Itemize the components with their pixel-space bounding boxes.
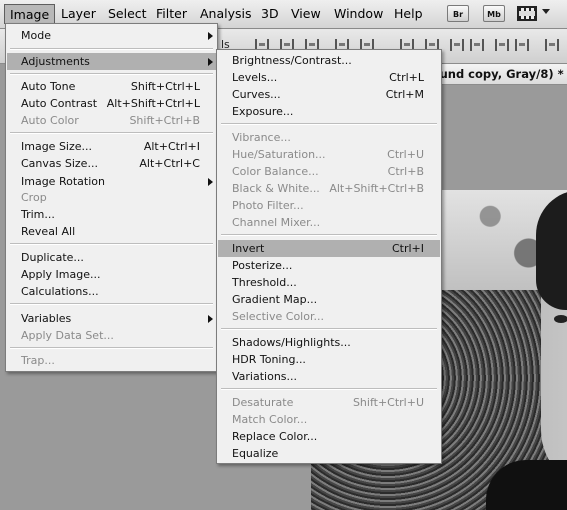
menu-item-selective-color[interactable]: Selective Color... — [218, 308, 440, 325]
menu-item-hdr-toning[interactable]: HDR Toning... — [218, 351, 440, 368]
menu-item-auto-contrast[interactable]: Auto Contrast Alt+Shift+Ctrl+L — [7, 95, 216, 112]
menu-divider — [10, 347, 213, 349]
document-title: round copy, Gray/8) * — [426, 67, 564, 81]
submenu-arrow-icon — [208, 58, 213, 66]
menu-item-auto-tone[interactable]: Auto Tone Shift+Ctrl+L — [7, 78, 216, 95]
menu-item-levels[interactable]: Levels... Ctrl+L — [218, 69, 440, 86]
screen-mode-icon[interactable] — [517, 6, 537, 21]
menu-item-duplicate[interactable]: Duplicate... — [7, 249, 216, 266]
adjustments-submenu: Brightness/Contrast... Levels... Ctrl+L C… — [216, 49, 442, 464]
menu-divider — [221, 388, 437, 390]
menu-item-invert[interactable]: Invert Ctrl+I — [218, 240, 440, 257]
distribute-left-icon[interactable] — [470, 39, 484, 51]
menu-image[interactable]: Image — [4, 4, 56, 24]
menu-item-mode[interactable]: Mode — [7, 27, 216, 44]
menu-filter[interactable]: Filter — [151, 4, 192, 24]
menu-3d[interactable]: 3D — [256, 4, 284, 24]
menu-help[interactable]: Help — [389, 4, 428, 24]
menu-divider — [221, 123, 437, 125]
submenu-arrow-icon — [208, 178, 213, 186]
distribute-bottom-icon[interactable] — [450, 39, 464, 51]
menu-item-variations[interactable]: Variations... — [218, 368, 440, 385]
menu-divider — [10, 243, 213, 245]
menu-select[interactable]: Select — [103, 4, 152, 24]
distribute-right-icon[interactable] — [515, 39, 529, 51]
menu-item-shadows-highlights[interactable]: Shadows/Highlights... — [218, 334, 440, 351]
menu-item-trap[interactable]: Trap... — [7, 352, 216, 369]
menu-window[interactable]: Window — [329, 4, 388, 24]
menu-divider — [10, 132, 213, 134]
menu-item-variables[interactable]: Variables — [7, 310, 216, 327]
menu-layer[interactable]: Layer — [56, 4, 101, 24]
auto-align-icon[interactable] — [545, 39, 559, 51]
bridge-button[interactable]: Br — [447, 5, 469, 22]
menu-item-equalize[interactable]: Equalize — [218, 445, 440, 462]
menu-divider — [10, 303, 213, 305]
menu-item-black-white[interactable]: Black & White... Alt+Shift+Ctrl+B — [218, 180, 440, 197]
menu-item-image-rotation[interactable]: Image Rotation — [7, 173, 216, 190]
menu-item-photo-filter[interactable]: Photo Filter... — [218, 197, 440, 214]
menu-item-calculations[interactable]: Calculations... — [7, 283, 216, 300]
menu-analysis[interactable]: Analysis — [195, 4, 257, 24]
menu-item-adjustments[interactable]: Adjustments — [7, 53, 216, 70]
menu-item-curves[interactable]: Curves... Ctrl+M — [218, 86, 440, 103]
distribute-hcenter-icon[interactable] — [495, 39, 509, 51]
menu-item-posterize[interactable]: Posterize... — [218, 257, 440, 274]
menu-item-reveal-all[interactable]: Reveal All — [7, 223, 216, 240]
menu-divider — [10, 73, 213, 75]
menu-divider — [221, 234, 437, 236]
menu-item-crop[interactable]: Crop — [7, 189, 216, 206]
chevron-down-icon[interactable] — [542, 9, 550, 14]
menu-item-trim[interactable]: Trim... — [7, 206, 216, 223]
menu-item-desaturate[interactable]: Desaturate Shift+Ctrl+U — [218, 394, 440, 411]
menu-item-hue-saturation[interactable]: Hue/Saturation... Ctrl+U — [218, 146, 440, 163]
submenu-arrow-icon — [208, 32, 213, 40]
menu-item-exposure[interactable]: Exposure... — [218, 103, 440, 120]
menu-item-auto-color[interactable]: Auto Color Shift+Ctrl+B — [7, 112, 216, 129]
menu-item-threshold[interactable]: Threshold... — [218, 274, 440, 291]
menu-item-apply-data-set[interactable]: Apply Data Set... — [7, 327, 216, 344]
menu-item-image-size[interactable]: Image Size... Alt+Ctrl+I — [7, 138, 216, 155]
menu-item-apply-image[interactable]: Apply Image... — [7, 266, 216, 283]
menu-item-brightness-contrast[interactable]: Brightness/Contrast... — [218, 52, 440, 69]
menu-item-gradient-map[interactable]: Gradient Map... — [218, 291, 440, 308]
menu-item-match-color[interactable]: Match Color... — [218, 411, 440, 428]
submenu-arrow-icon — [208, 315, 213, 323]
menu-item-canvas-size[interactable]: Canvas Size... Alt+Ctrl+C — [7, 155, 216, 172]
menu-view[interactable]: View — [286, 4, 326, 24]
menu-item-channel-mixer[interactable]: Channel Mixer... — [218, 214, 440, 231]
mini-bridge-button[interactable]: Mb — [483, 5, 505, 22]
menu-item-replace-color[interactable]: Replace Color... — [218, 428, 440, 445]
menu-item-color-balance[interactable]: Color Balance... Ctrl+B — [218, 163, 440, 180]
menu-divider — [221, 328, 437, 330]
menu-item-vibrance[interactable]: Vibrance... — [218, 129, 440, 146]
image-menu: Mode Adjustments Auto Tone Shift+Ctrl+L A… — [5, 23, 218, 372]
menu-divider — [10, 48, 213, 50]
